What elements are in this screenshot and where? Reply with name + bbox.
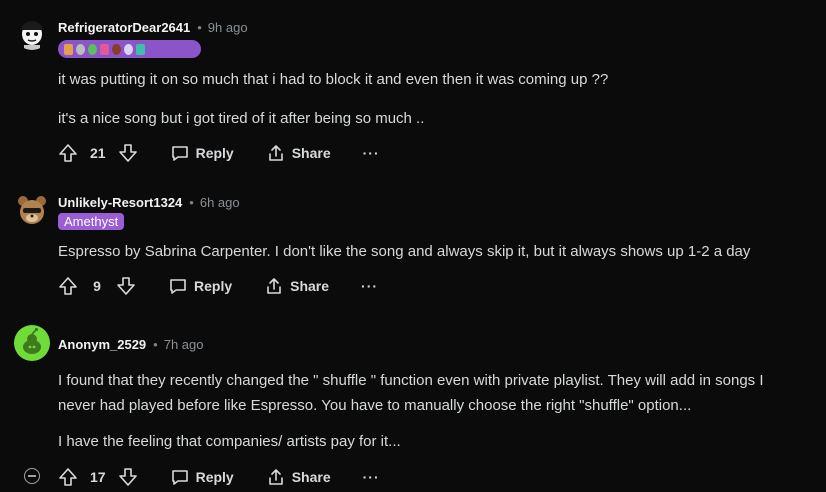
user-flair: Amethyst	[58, 213, 125, 230]
collapse-thread-button[interactable]	[24, 468, 40, 484]
emoji-flair-icon	[124, 43, 133, 55]
avatar[interactable]	[14, 325, 50, 361]
comment-bubble-icon	[170, 279, 186, 294]
separator-dot: •	[189, 195, 194, 210]
author-name[interactable]: RefrigeratorDear2641	[58, 20, 190, 35]
emoji-flair-icon	[76, 43, 85, 55]
share-icon	[268, 145, 283, 161]
comment-body-paragraph: I found that they recently changed the "…	[58, 372, 764, 389]
more-icon: ···	[362, 145, 380, 161]
comment-body-paragraph: it was putting it on so much that i had …	[58, 71, 609, 88]
comment-bubble-icon	[171, 470, 188, 485]
upvote-icon[interactable]	[58, 276, 78, 296]
timestamp: 7h ago	[163, 337, 204, 352]
vote-group: 9	[58, 273, 136, 299]
share-label: Share	[290, 278, 330, 294]
emoji-flair-icon	[136, 43, 145, 55]
downvote-icon[interactable]	[118, 467, 138, 487]
reply-label: Reply	[195, 145, 234, 161]
more-options-button[interactable]: ···	[363, 464, 380, 490]
timestamp: 9h ago	[207, 20, 248, 35]
comment-body-paragraph: Espresso by Sabrina Carpenter. I don't l…	[58, 243, 751, 260]
reply-button[interactable]: Reply	[170, 140, 234, 166]
comment-bubble-icon	[171, 146, 188, 161]
downvote-icon[interactable]	[118, 143, 138, 163]
vote-count: 9	[93, 278, 101, 294]
more-options-button[interactable]: ···	[363, 140, 380, 166]
more-icon: ···	[362, 469, 380, 485]
comment-actions: 21 Reply Share ···	[58, 140, 380, 166]
more-options-button[interactable]: ···	[361, 273, 378, 299]
upvote-icon[interactable]	[58, 467, 78, 487]
timestamp: 6h ago	[199, 195, 240, 210]
share-icon	[268, 469, 283, 485]
emoji-flair-icon	[112, 43, 121, 55]
reply-label: Reply	[195, 469, 234, 485]
comment-meta: Unlikely-Resort1324 • 6h ago	[58, 195, 240, 210]
avatar[interactable]	[14, 192, 50, 228]
reply-button[interactable]: Reply	[170, 464, 234, 490]
share-icon	[267, 278, 281, 294]
comment-body-paragraph: I have the feeling that companies/ artis…	[58, 433, 401, 450]
reply-button[interactable]: Reply	[168, 273, 232, 299]
share-label: Share	[291, 469, 331, 485]
comment-body-paragraph: it's a nice song but i got tired of it a…	[58, 110, 425, 127]
comment-actions: 9 Reply Share ···	[58, 273, 378, 299]
comment-body-paragraph: never had played before like Espresso. Y…	[58, 397, 692, 414]
vote-group: 21	[58, 140, 138, 166]
vote-count: 21	[90, 145, 106, 161]
separator-dot: •	[153, 337, 158, 352]
share-button[interactable]: Share	[266, 464, 331, 490]
comment-meta: Anonym_2529 • 7h ago	[58, 337, 203, 352]
downvote-icon[interactable]	[116, 276, 136, 296]
emoji-flair	[58, 40, 201, 58]
comment-meta: RefrigeratorDear2641 • 9h ago	[58, 20, 248, 35]
author-name[interactable]: Anonym_2529	[58, 337, 146, 352]
emoji-flair-icon	[88, 43, 97, 55]
vote-count: 17	[90, 469, 106, 485]
avatar[interactable]	[14, 14, 50, 50]
separator-dot: •	[197, 20, 202, 35]
share-button[interactable]: Share	[264, 273, 329, 299]
more-icon: ···	[361, 278, 379, 294]
author-name[interactable]: Unlikely-Resort1324	[58, 195, 182, 210]
emoji-flair-icon	[64, 43, 73, 55]
vote-group: 17	[58, 464, 138, 490]
upvote-icon[interactable]	[58, 143, 78, 163]
comment-actions: 17 Reply Share ···	[58, 464, 380, 490]
reply-label: Reply	[194, 278, 233, 294]
share-button[interactable]: Share	[266, 140, 331, 166]
collapse-icon	[28, 475, 36, 477]
share-label: Share	[291, 145, 331, 161]
emoji-flair-icon	[100, 43, 109, 55]
